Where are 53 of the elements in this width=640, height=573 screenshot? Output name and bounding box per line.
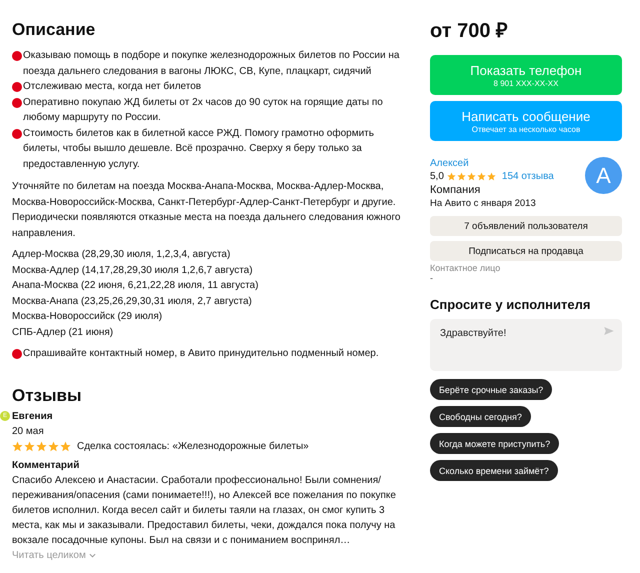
star-icon (486, 172, 496, 181)
star-icon (24, 440, 35, 452)
star-icon (60, 440, 71, 452)
contact-label: Контактное лицо (430, 263, 502, 273)
section-title: Спросите у исполнителя (430, 297, 592, 312)
suggestion-chip[interactable]: Сколько времени займёт? (430, 460, 558, 481)
description-text: Уточняйте по билетам на поезда Москва-Анапа-Москва, Москва-Адлер-Москва, Москва-Новороссийск-Москва, Санкт-Петербург-Адлер-Санкт-Петербург и другие. Периодически появляются отказные места на поезда дальнего следования южного направления. (12, 180, 402, 240)
star-icon (466, 172, 476, 181)
bullet-dot-icon (12, 98, 22, 108)
price: от 700 ₽ (430, 19, 509, 43)
route-text: Москва-Анапа (23,25,26,29,30,31 июля, 2,7 августа) (12, 294, 253, 308)
star-icon (48, 440, 59, 452)
message-field[interactable]: Здравствуйте! (430, 319, 622, 371)
route-text: Адлер-Москва (28,29,30 июля, 1,2,3,4, августа) (12, 248, 232, 262)
deal-text: Сделка состоялась: «Железнодорожные билеты» (77, 440, 309, 454)
seller-type: Компания (430, 184, 482, 197)
seller-avatar: А (585, 157, 622, 194)
contact-value: - (430, 273, 434, 283)
route-text: Москва-Адлер (14,17,28,29,30 июля 1,2,6,7 августа) (12, 264, 254, 278)
author-name: Евгения (12, 410, 53, 424)
description-text: Оперативно покупаю ЖД билеты от 2х часов до 90 суток на горящие даты по любому маршруту по России. (23, 96, 384, 125)
description-text: Стоимость билетов как в билетной кассе РЖД. Помогу грамотно оформить билеты, чтобы вышло дешевле. Всё прозрачно. Сверху я беру только за предоставленную услугу. (23, 126, 375, 172)
rating-value: 5,0 (430, 170, 444, 183)
bullet-dot-icon (12, 349, 22, 359)
seller-button[interactable]: 7 объявлений пользователя (430, 216, 622, 236)
review-date: 20 мая (12, 424, 45, 438)
route-text: Москва-Новороссийск (29 июля) (12, 310, 164, 324)
star-icon (36, 440, 47, 452)
section-title: Отзывы (12, 386, 82, 406)
comment-label: Комментарий (12, 458, 80, 472)
member-since: На Авито с января 2013 (430, 197, 537, 210)
star-icon (446, 172, 456, 181)
review-comment: Спасибо Алексею и Анастасии. Сработали профессионально! Были сомнения/переживания/опасения (сами понимаете!!!), но Алексей все пожелания по покупке билетов исполнил. Когда весел сайт и билеты таяли на глазах, он смог купить 3 места, как мы и заказывали. Предоставил билеты, чеки, дождался пока получу на вокзале посадочные купоны. Был на связи и с пониманием воспринял… (12, 474, 397, 548)
star-icon (12, 440, 23, 452)
bullet-dot-icon (12, 51, 22, 61)
suggestion-chip[interactable]: Берёте срочные заказы? (430, 379, 552, 400)
bullet-dot-icon (12, 128, 22, 138)
seller-name-link[interactable]: Алексей (430, 158, 469, 169)
reviews-link[interactable]: 154 отзыва (502, 170, 554, 183)
route-text: Анапа-Москва (22 июня, 6,21,22,28 июля, 11 августа) (12, 279, 260, 293)
description-text: Оказываю помощь в подборе и покупке железнодорожных билетов по России на поезда дальнего следования в вагоны ЛЮКС, СВ, Купе, плацкарт, сидячий (23, 49, 400, 78)
chevron-down-icon[interactable] (88, 552, 96, 558)
suggestion-chip[interactable]: Когда можете приступить? (430, 433, 560, 454)
description-text: Отслеживаю места, когда нет билетов (23, 80, 202, 94)
section-title: Описание (12, 20, 96, 40)
route-text: СПБ-Адлер (21 июня) (12, 326, 114, 340)
bullet-dot-icon (12, 82, 22, 92)
star-icon (456, 172, 466, 181)
send-icon[interactable] (604, 327, 614, 335)
star-icon (476, 172, 486, 181)
description-text: Спрашивайте контактный номер, в Авито принудительно подменный номер. (23, 347, 379, 361)
suggestion-chip[interactable]: Свободны сегодня? (430, 406, 531, 427)
seller-button[interactable]: Подписаться на продавца (430, 241, 622, 261)
